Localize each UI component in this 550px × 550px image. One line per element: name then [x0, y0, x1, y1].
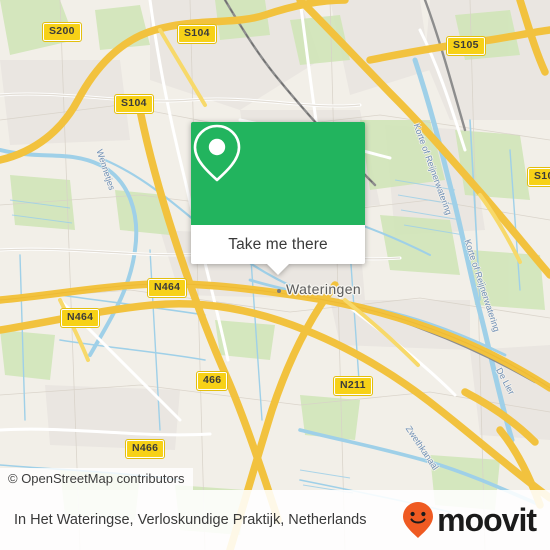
- moovit-wordmark: moovit: [437, 502, 537, 538]
- road-shield-n464-right: N464: [146, 278, 188, 298]
- popup-header: [191, 122, 365, 225]
- popup-tail: [267, 264, 289, 275]
- osm-attribution[interactable]: © OpenStreetMap contributors: [0, 468, 193, 490]
- road-shield-s105: S105: [446, 36, 486, 56]
- map-canvas[interactable]: Wateringen Wennetjes Korte of Reijnerwat…: [0, 0, 550, 550]
- road-shield-n211: N211: [333, 376, 373, 396]
- moovit-logo[interactable]: moovit: [401, 500, 550, 540]
- take-me-there-label: Take me there: [228, 235, 328, 253]
- road-shield-s10-edge: S10: [527, 167, 550, 187]
- footer-bar: In Het Wateringse, Verloskundige Praktij…: [0, 490, 550, 550]
- footer-place-title: In Het Wateringse, Verloskundige Praktij…: [14, 512, 367, 528]
- map-screenshot: Wateringen Wennetjes Korte of Reijnerwat…: [0, 0, 550, 550]
- take-me-there-button[interactable]: Take me there: [191, 225, 365, 275]
- location-pin-icon: [193, 124, 241, 182]
- location-popup-card[interactable]: Take me there: [191, 122, 365, 275]
- road-shield-s200: S200: [42, 22, 82, 42]
- place-label-wateringen: Wateringen: [286, 281, 362, 297]
- road-shield-466: 466: [195, 371, 229, 391]
- road-shield-s104-top: S104: [177, 24, 217, 44]
- road-shield-n464-left: N464: [59, 308, 101, 328]
- moovit-smiley-pin-icon: [403, 502, 434, 538]
- place-dot-wateringen: [277, 289, 281, 293]
- road-shield-n466: N466: [124, 439, 166, 459]
- road-shield-s104-left: S104: [114, 94, 154, 114]
